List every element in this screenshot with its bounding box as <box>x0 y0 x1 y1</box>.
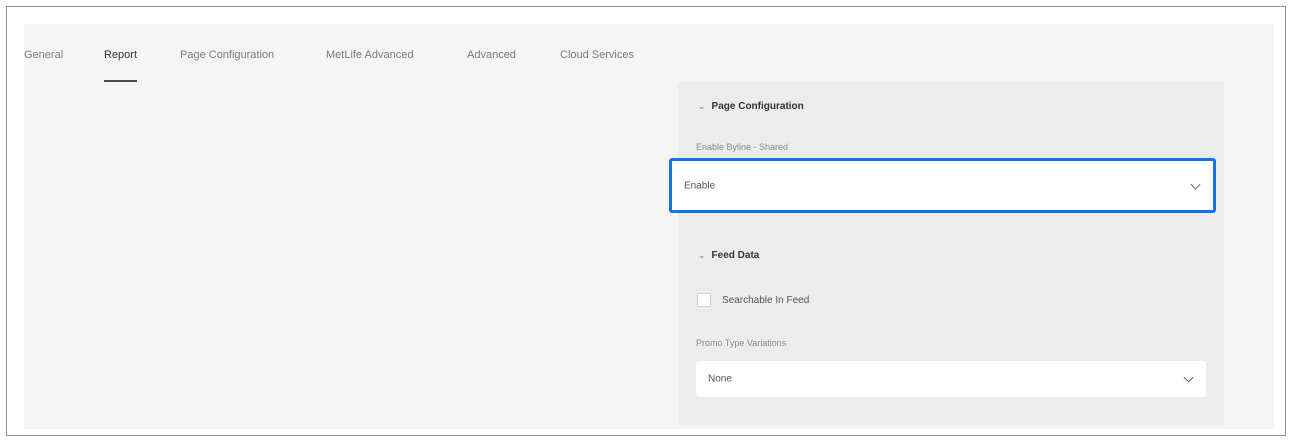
feed-data-header[interactable]: ⌄ Feed Data <box>698 250 759 261</box>
tab-general[interactable]: General <box>24 40 63 70</box>
tab-report[interactable]: Report <box>104 40 138 82</box>
enable-byline-label: Enable Byline - Shared <box>696 142 789 152</box>
tab-advanced[interactable]: Advanced <box>467 40 516 70</box>
promo-type-variations-select[interactable]: None <box>696 361 1206 397</box>
tab-metlife-advanced[interactable]: MetLife Advanced <box>326 40 413 70</box>
chevron-down-icon <box>1183 372 1194 383</box>
chevron-down-icon: ⌄ <box>698 250 706 260</box>
promo-type-variations-value: None <box>708 373 732 385</box>
page-configuration-title: Page Configuration <box>711 101 804 112</box>
enable-byline-value: Enable <box>684 180 716 191</box>
page-configuration-header[interactable]: ⌄ Page Configuration <box>698 101 804 112</box>
tab-cloud-services[interactable]: Cloud Services <box>560 40 634 70</box>
tab-page-configuration[interactable]: Page Configuration <box>180 40 274 70</box>
enable-byline-select[interactable]: Enable <box>669 158 1216 213</box>
chevron-down-icon <box>1190 179 1201 190</box>
chevron-down-icon: ⌄ <box>698 101 706 111</box>
feed-data-title: Feed Data <box>711 250 760 261</box>
promo-type-variations-label: Promo Type Variations <box>696 338 787 348</box>
searchable-in-feed-label: Searchable In Feed <box>722 295 810 306</box>
searchable-in-feed-checkbox[interactable] <box>697 293 711 307</box>
